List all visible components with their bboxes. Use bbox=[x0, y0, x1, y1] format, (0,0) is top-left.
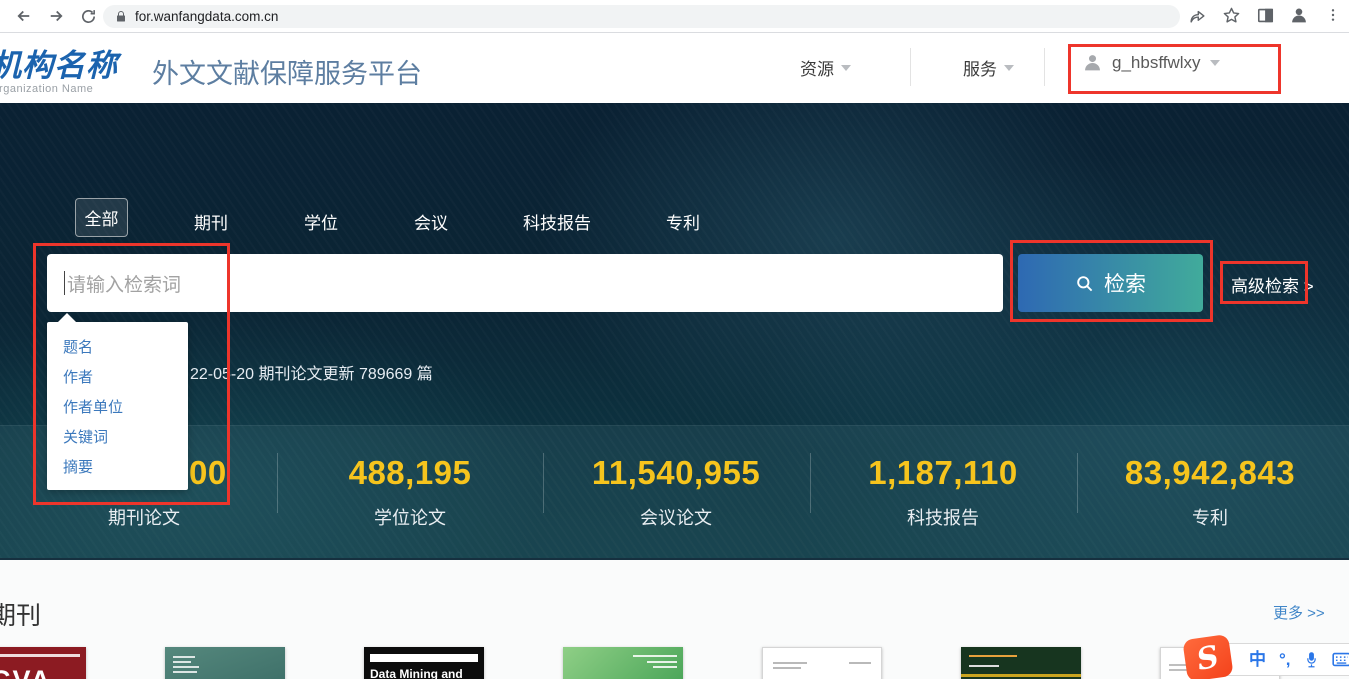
stats-band: 00 期刊论文 488,195 学位论文 11,540,955 会议论文 1,1… bbox=[0, 425, 1349, 558]
chevron-down-icon bbox=[841, 65, 851, 71]
stat-value: 11,540,955 bbox=[541, 454, 811, 492]
update-notice: 22-05-20 期刊论文更新 789669 篇 bbox=[190, 360, 433, 384]
stat-tech-reports: 1,187,110 科技报告 bbox=[808, 426, 1078, 530]
tab-tech-report[interactable]: 科技报告 bbox=[523, 209, 591, 234]
site-header: 机构名称 Organization Name 外文文献保障服务平台 资源 服务 … bbox=[0, 34, 1349, 103]
journal-cover[interactable]: JCVA bbox=[0, 647, 86, 679]
dropdown-option-title[interactable]: 题名 bbox=[47, 333, 188, 363]
search-icon bbox=[1075, 274, 1094, 293]
search-input[interactable]: 请输入检索词 bbox=[47, 254, 1003, 312]
hero-banner: 全部 期刊 学位 会议 科技报告 专利 请输入检索词 检索 高级检索 > 22-… bbox=[0, 103, 1349, 558]
journal-cover-title: Data Mining and bbox=[370, 667, 463, 679]
journal-cover[interactable] bbox=[762, 647, 882, 679]
dropdown-option-keyword[interactable]: 关键词 bbox=[47, 423, 188, 453]
profile-avatar-icon[interactable] bbox=[1287, 3, 1311, 27]
stat-value: 488,195 bbox=[275, 454, 545, 492]
side-panel-icon[interactable] bbox=[1253, 3, 1277, 27]
text-cursor bbox=[64, 271, 65, 295]
journal-cover[interactable] bbox=[961, 647, 1081, 679]
journals-heading: 期刊 bbox=[0, 596, 41, 632]
stat-label: 学位论文 bbox=[275, 504, 545, 530]
ime-language-toggle[interactable]: 中 bbox=[1249, 651, 1266, 668]
org-name: 机构名称 bbox=[0, 40, 140, 85]
stat-value: 83,942,843 bbox=[1075, 454, 1345, 492]
browser-menu-icon[interactable] bbox=[1321, 3, 1345, 27]
search-placeholder: 请输入检索词 bbox=[67, 270, 181, 297]
bookmark-star-icon[interactable] bbox=[1219, 3, 1243, 27]
stat-conference-papers: 11,540,955 会议论文 bbox=[541, 426, 811, 530]
tab-conference[interactable]: 会议 bbox=[414, 209, 448, 234]
user-menu[interactable]: g_hbsffwlxy bbox=[1082, 52, 1220, 73]
search-field-dropdown: 题名 作者 作者单位 关键词 摘要 bbox=[47, 322, 188, 490]
platform-title: 外文文献保障服务平台 bbox=[152, 52, 422, 91]
microphone-icon[interactable] bbox=[1304, 651, 1319, 668]
advanced-search-link[interactable]: 高级检索 > bbox=[1231, 272, 1314, 297]
chevron-down-icon bbox=[1210, 60, 1220, 66]
chevron-down-icon bbox=[1004, 65, 1014, 71]
stat-patents: 83,942,843 专利 bbox=[1075, 426, 1345, 530]
dropdown-option-abstract[interactable]: 摘要 bbox=[47, 453, 188, 483]
url-text: for.wanfangdata.com.cn bbox=[135, 9, 278, 24]
tab-patent[interactable]: 专利 bbox=[666, 209, 700, 234]
journal-cover[interactable] bbox=[563, 647, 683, 679]
ime-punctuation-toggle[interactable]: °, bbox=[1279, 651, 1291, 668]
org-name-en: Organization Name bbox=[0, 83, 140, 95]
stat-label: 专利 bbox=[1075, 504, 1345, 530]
browser-forward-icon[interactable] bbox=[44, 4, 68, 28]
nav-divider bbox=[1044, 48, 1045, 86]
stat-label: 科技报告 bbox=[808, 504, 1078, 530]
browser-reload-icon[interactable] bbox=[76, 4, 100, 28]
journal-cover[interactable] bbox=[165, 647, 285, 679]
tab-degree[interactable]: 学位 bbox=[304, 209, 338, 234]
browser-back-icon[interactable] bbox=[12, 4, 36, 28]
share-icon[interactable] bbox=[1185, 3, 1209, 27]
journal-cover-title: JCVA bbox=[0, 665, 52, 679]
browser-chrome: for.wanfangdata.com.cn bbox=[0, 0, 1349, 33]
stat-degree-papers: 488,195 学位论文 bbox=[275, 426, 545, 530]
dropdown-option-author[interactable]: 作者 bbox=[47, 363, 188, 393]
journal-cover[interactable]: Data Mining and bbox=[364, 647, 484, 679]
stat-value: 1,187,110 bbox=[808, 454, 1078, 492]
stat-label: 会议论文 bbox=[541, 504, 811, 530]
keyboard-icon[interactable] bbox=[1332, 652, 1349, 667]
stat-label: 期刊论文 bbox=[9, 504, 279, 530]
user-name: g_hbsffwlxy bbox=[1112, 53, 1201, 73]
ime-toolbar: S 中 °, bbox=[1210, 643, 1349, 676]
search-button[interactable]: 检索 bbox=[1018, 254, 1203, 312]
tab-journal[interactable]: 期刊 bbox=[194, 209, 228, 234]
nav-resources[interactable]: 资源 bbox=[800, 55, 851, 80]
lock-icon bbox=[115, 10, 127, 23]
tab-all[interactable]: 全部 bbox=[75, 198, 128, 237]
org-logo: 机构名称 Organization Name bbox=[0, 40, 140, 95]
journals-more-link[interactable]: 更多 >> bbox=[1273, 602, 1325, 623]
journals-section: 期刊 更多 >> JCVA Data Mining and bbox=[0, 558, 1349, 679]
nav-divider bbox=[910, 48, 911, 86]
dropdown-option-affiliation[interactable]: 作者单位 bbox=[47, 393, 188, 423]
address-bar[interactable]: for.wanfangdata.com.cn bbox=[103, 5, 1180, 28]
nav-services[interactable]: 服务 bbox=[963, 55, 1014, 80]
sogou-logo-icon[interactable]: S bbox=[1182, 634, 1233, 679]
user-icon bbox=[1082, 52, 1103, 73]
page: for.wanfangdata.com.cn 机构名称 Organization… bbox=[0, 0, 1349, 679]
